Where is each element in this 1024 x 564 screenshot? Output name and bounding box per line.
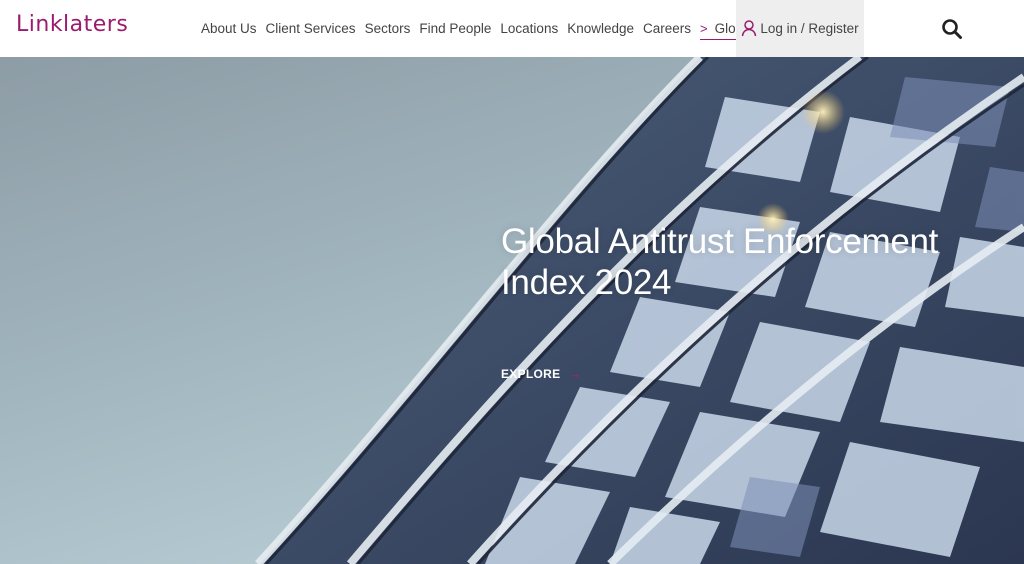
arrow-right-icon: → bbox=[568, 366, 582, 381]
user-icon bbox=[742, 20, 757, 37]
hero-title: Global Antitrust Enforcement Index 2024 bbox=[501, 221, 981, 303]
explore-link[interactable]: EXPLORE → bbox=[501, 366, 582, 381]
nav-about-us[interactable]: About Us bbox=[201, 21, 257, 36]
linklaters-logo[interactable]: Linklaters bbox=[16, 12, 128, 37]
main-nav: About Us Client Services Sectors Find Pe… bbox=[201, 0, 754, 57]
login-register-label: Log in / Register bbox=[760, 21, 859, 36]
hero-banner: Global Antitrust Enforcement Index 2024 … bbox=[0, 57, 1024, 564]
chevron-right-icon: > bbox=[700, 21, 708, 36]
explore-label: EXPLORE bbox=[501, 366, 561, 381]
nav-sectors[interactable]: Sectors bbox=[365, 21, 411, 36]
nav-careers[interactable]: Careers bbox=[643, 21, 691, 36]
search-icon bbox=[942, 19, 962, 39]
login-register-button[interactable]: Log in / Register bbox=[736, 0, 864, 57]
hero-title-line-1: Global Antitrust Enforcement bbox=[501, 222, 939, 261]
search-button[interactable] bbox=[941, 18, 963, 40]
nav-knowledge[interactable]: Knowledge bbox=[567, 21, 634, 36]
nav-locations[interactable]: Locations bbox=[500, 21, 558, 36]
nav-client-services[interactable]: Client Services bbox=[266, 21, 356, 36]
hero-title-line-2: Index 2024 bbox=[501, 263, 672, 302]
nav-find-people[interactable]: Find People bbox=[419, 21, 491, 36]
hero-background-image bbox=[0, 57, 1024, 564]
site-header: Linklaters About Us Client Services Sect… bbox=[0, 0, 1024, 57]
